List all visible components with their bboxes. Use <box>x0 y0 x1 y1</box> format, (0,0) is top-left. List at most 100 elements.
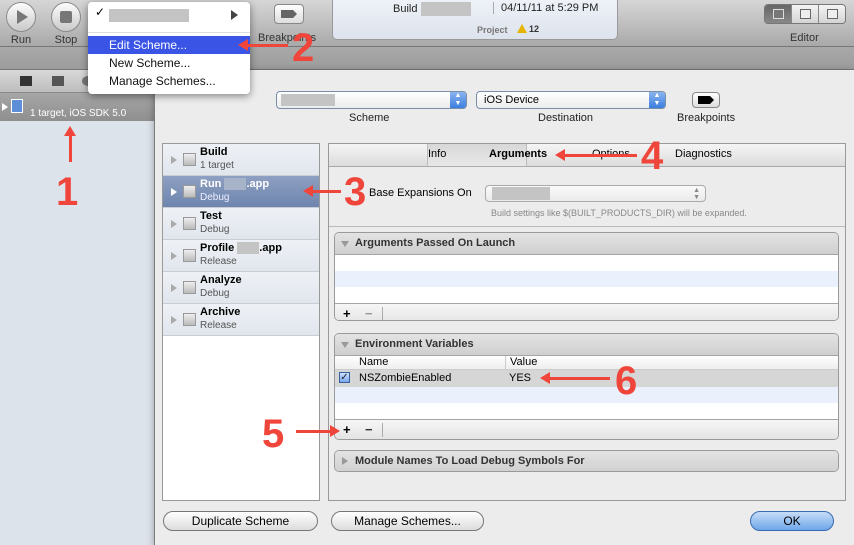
archive-icon <box>183 313 196 326</box>
assistant-editor-button[interactable] <box>792 5 819 23</box>
run-label: Run <box>10 34 32 46</box>
arguments-group-header[interactable]: Arguments Passed On Launch <box>335 233 838 255</box>
disclosure-triangle-icon[interactable] <box>171 220 177 228</box>
warning-badge[interactable]: 12 <box>517 24 539 34</box>
environment-variables-header[interactable]: Environment Variables <box>335 334 838 356</box>
annotation-arrow-2 <box>238 39 288 51</box>
action-build[interactable]: Build 1 target <box>163 144 319 176</box>
menu-item-new-scheme[interactable]: New Scheme... <box>88 54 250 72</box>
env-table-header: Name Value <box>335 356 838 370</box>
breakpoints-toggle[interactable] <box>274 4 304 24</box>
tab-diagnostics[interactable]: Diagnostics <box>675 148 732 160</box>
annotation-6: 6 <box>615 359 638 403</box>
disclosure-triangle-icon[interactable] <box>171 316 177 324</box>
activity-viewer: Build 04/11/11 at 5:29 PM Project 12 <box>332 0 618 40</box>
destination-label: Destination <box>538 112 594 124</box>
wrench-icon <box>183 249 196 262</box>
xcode-project-icon <box>11 99 23 113</box>
project-navigator: 1 target, iOS SDK 5.0 <box>0 93 155 545</box>
project-subtitle: 1 target, iOS SDK 5.0 <box>30 108 127 119</box>
standard-editor-icon <box>772 9 784 19</box>
scheme-popup[interactable]: ▲ ▼ <box>276 91 467 109</box>
env-name-cell[interactable]: NSZombieEnabled <box>359 372 451 384</box>
destination-value: iOS Device <box>484 94 540 106</box>
annotation-1: 1 <box>56 170 79 214</box>
remove-env-var-button[interactable]: − <box>365 422 373 437</box>
folder-icon[interactable] <box>20 76 32 86</box>
action-analyze[interactable]: Analyze Debug <box>163 272 319 304</box>
annotation-arrow-5 <box>296 425 340 437</box>
stop-label: Stop <box>54 34 78 46</box>
project-row[interactable]: 1 target, iOS SDK 5.0 <box>0 93 155 121</box>
action-run[interactable]: Run .app Debug <box>163 176 319 208</box>
menu-item-manage-schemes[interactable]: Manage Schemes... <box>88 72 250 90</box>
annotation-2: 2 <box>292 26 315 70</box>
run-button[interactable]: Run <box>3 2 39 46</box>
annotation-arrow-3 <box>303 185 341 197</box>
scheme-label: Scheme <box>349 112 390 124</box>
disclosure-triangle-icon[interactable] <box>171 252 177 260</box>
wrench-icon <box>183 281 196 294</box>
action-test[interactable]: Test Debug <box>163 208 319 240</box>
arguments-group: Arguments Passed On Launch + − <box>334 232 839 321</box>
annotation-4: 4 <box>641 134 664 178</box>
play-icon <box>183 185 196 198</box>
submenu-arrow-icon <box>231 10 238 20</box>
duplicate-scheme-button[interactable]: Duplicate Scheme <box>163 511 318 531</box>
stop-button[interactable]: Stop <box>48 2 84 46</box>
popup-arrows-icon: ▲ ▼ <box>450 92 466 108</box>
build-timestamp: 04/11/11 at 5:29 PM <box>501 2 599 14</box>
play-icon <box>17 10 28 24</box>
annotation-arrow-6 <box>540 372 610 384</box>
destination-popup[interactable]: iOS Device ▲ ▼ <box>476 91 666 109</box>
annotation-arrow-1 <box>64 126 76 162</box>
symbol-navigator-icon[interactable] <box>52 76 64 86</box>
version-editor-icon <box>826 9 838 19</box>
action-archive[interactable]: Archive Release <box>163 304 319 336</box>
annotation-5: 5 <box>262 412 285 456</box>
remove-argument-button[interactable]: − <box>365 306 373 320</box>
base-expansions-popup[interactable]: ▲ ▼ <box>485 185 706 202</box>
disclosure-triangle-icon[interactable] <box>342 457 348 465</box>
warning-icon <box>517 24 527 33</box>
module-names-header[interactable]: Module Names To Load Debug Symbols For <box>335 451 838 471</box>
tab-arguments[interactable]: Arguments <box>489 148 547 160</box>
breakpoint-icon <box>281 10 297 18</box>
checkmark-icon: ✓ <box>95 5 106 19</box>
activity-build: Build <box>393 2 471 16</box>
column-value[interactable]: Value <box>505 356 537 370</box>
popup-arrows-icon: ▲ ▼ <box>693 187 700 201</box>
disclosure-triangle-icon[interactable] <box>171 156 177 164</box>
version-editor-button[interactable] <box>819 5 845 23</box>
annotation-3: 3 <box>344 170 367 214</box>
scheme-menu: ✓ Edit Scheme... New Scheme... Manage Sc… <box>88 2 250 94</box>
column-name[interactable]: Name <box>359 356 388 368</box>
annotation-arrow-4 <box>555 149 637 161</box>
sheet-breakpoints-label: Breakpoints <box>677 112 736 124</box>
disclosure-triangle-icon[interactable] <box>341 241 349 247</box>
assistant-editor-icon <box>799 9 811 19</box>
add-argument-button[interactable]: + <box>343 306 351 320</box>
add-env-var-button[interactable]: + <box>343 422 351 437</box>
sheet-breakpoints-toggle[interactable] <box>692 92 720 108</box>
disclosure-triangle-icon[interactable] <box>2 103 8 111</box>
popup-arrows-icon: ▲ ▼ <box>649 92 665 108</box>
module-names-group: Module Names To Load Debug Symbols For <box>334 450 839 472</box>
base-expansions-label: Base Expansions On <box>369 187 472 199</box>
environment-variables-group: Environment Variables Name Value ✓ NSZom… <box>334 333 839 440</box>
env-enabled-checkbox[interactable]: ✓ <box>339 372 350 383</box>
scheme-action-list: Build 1 target Run .app Debug Test Debug P… <box>162 143 320 501</box>
breakpoint-icon <box>698 96 714 104</box>
ok-button[interactable]: OK <box>750 511 834 531</box>
env-value-cell[interactable]: YES <box>509 372 531 384</box>
disclosure-triangle-icon[interactable] <box>171 284 177 292</box>
disclosure-triangle-icon[interactable] <box>171 188 177 196</box>
tab-info[interactable]: Info <box>428 148 446 160</box>
hammer-icon <box>183 153 196 166</box>
standard-editor-button[interactable] <box>765 5 792 23</box>
action-profile[interactable]: Profile .app Release <box>163 240 319 272</box>
disclosure-triangle-icon[interactable] <box>341 342 349 348</box>
menu-item-edit-scheme[interactable]: Edit Scheme... <box>88 36 250 54</box>
project-label: Project <box>477 25 508 35</box>
manage-schemes-button[interactable]: Manage Schemes... <box>331 511 484 531</box>
